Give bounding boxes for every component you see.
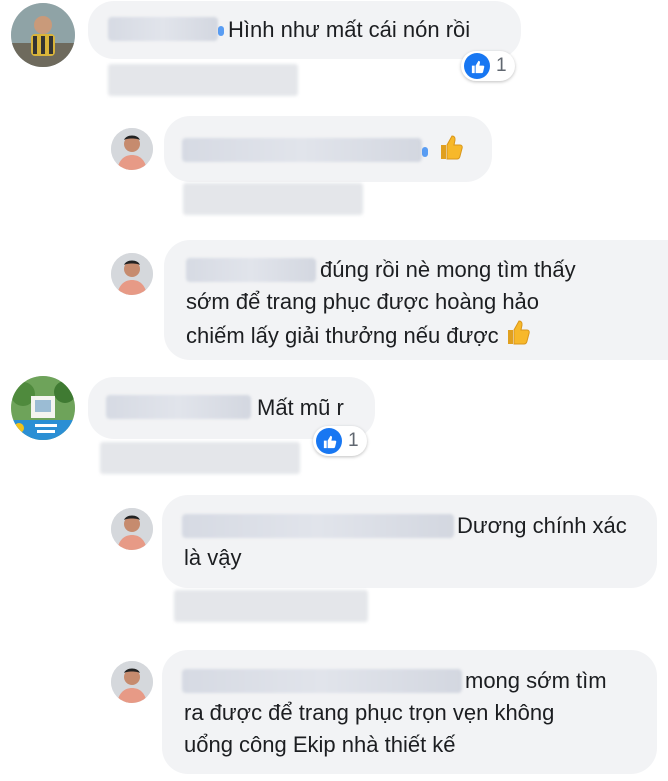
commenter-name[interactable]: [106, 395, 251, 419]
reply-text-line: sớm để trang phục được hoàng hảo: [186, 289, 540, 314]
reply-text-line: mong sớm tìm: [465, 668, 607, 693]
avatar[interactable]: [111, 508, 153, 550]
comment-actions[interactable]: [108, 64, 298, 96]
commenter-name[interactable]: [182, 138, 422, 162]
reply-text-line: Dương chính xác: [457, 513, 627, 538]
like-icon: [316, 428, 342, 454]
reply-actions[interactable]: [174, 590, 368, 622]
reply-text-line: đúng rồi nè mong tìm thấy: [320, 257, 576, 282]
name-marker: [422, 147, 428, 157]
reply-text-line: uổng công Ekip nhà thiết kế: [184, 732, 456, 757]
commenter-name[interactable]: [108, 17, 218, 41]
comment-bubble: Hình như mất cái nón rồi: [88, 1, 521, 59]
avatar[interactable]: [11, 376, 75, 440]
reply-bubble: đúng rồi nè mong tìm thấy sớm để trang p…: [164, 240, 668, 360]
name-marker: [218, 26, 224, 36]
reaction-badge[interactable]: 1: [461, 51, 515, 81]
comment-text: Hình như mất cái nón rồi: [228, 17, 471, 42]
avatar[interactable]: [111, 128, 153, 170]
commenter-name[interactable]: [182, 514, 454, 538]
avatar[interactable]: [111, 661, 153, 703]
reaction-badge[interactable]: 1: [313, 426, 367, 456]
avatar[interactable]: [111, 253, 153, 295]
reply-bubble: Dương chính xác là vậy: [162, 495, 657, 588]
reply-actions[interactable]: [183, 183, 363, 215]
reply-text-line: ra được để trang phục trọn vẹn không: [184, 700, 555, 725]
reaction-count: 1: [496, 55, 507, 76]
thumbs-up-icon: [505, 318, 531, 354]
commenter-name[interactable]: [182, 669, 462, 693]
reply-text-line: là vậy: [184, 545, 242, 570]
comment-actions[interactable]: [100, 442, 300, 474]
like-icon: [464, 53, 490, 79]
comment-text: Mất mũ r: [257, 395, 344, 420]
avatar[interactable]: [11, 3, 75, 67]
commenter-name[interactable]: [186, 258, 316, 282]
thumbs-up-icon: [438, 133, 464, 169]
reply-bubble: [164, 116, 492, 182]
reply-text-line: chiếm lấy giải thưởng nếu được: [186, 318, 531, 354]
reply-bubble: mong sớm tìm ra được để trang phục trọn …: [162, 650, 657, 774]
reaction-count: 1: [348, 430, 359, 451]
